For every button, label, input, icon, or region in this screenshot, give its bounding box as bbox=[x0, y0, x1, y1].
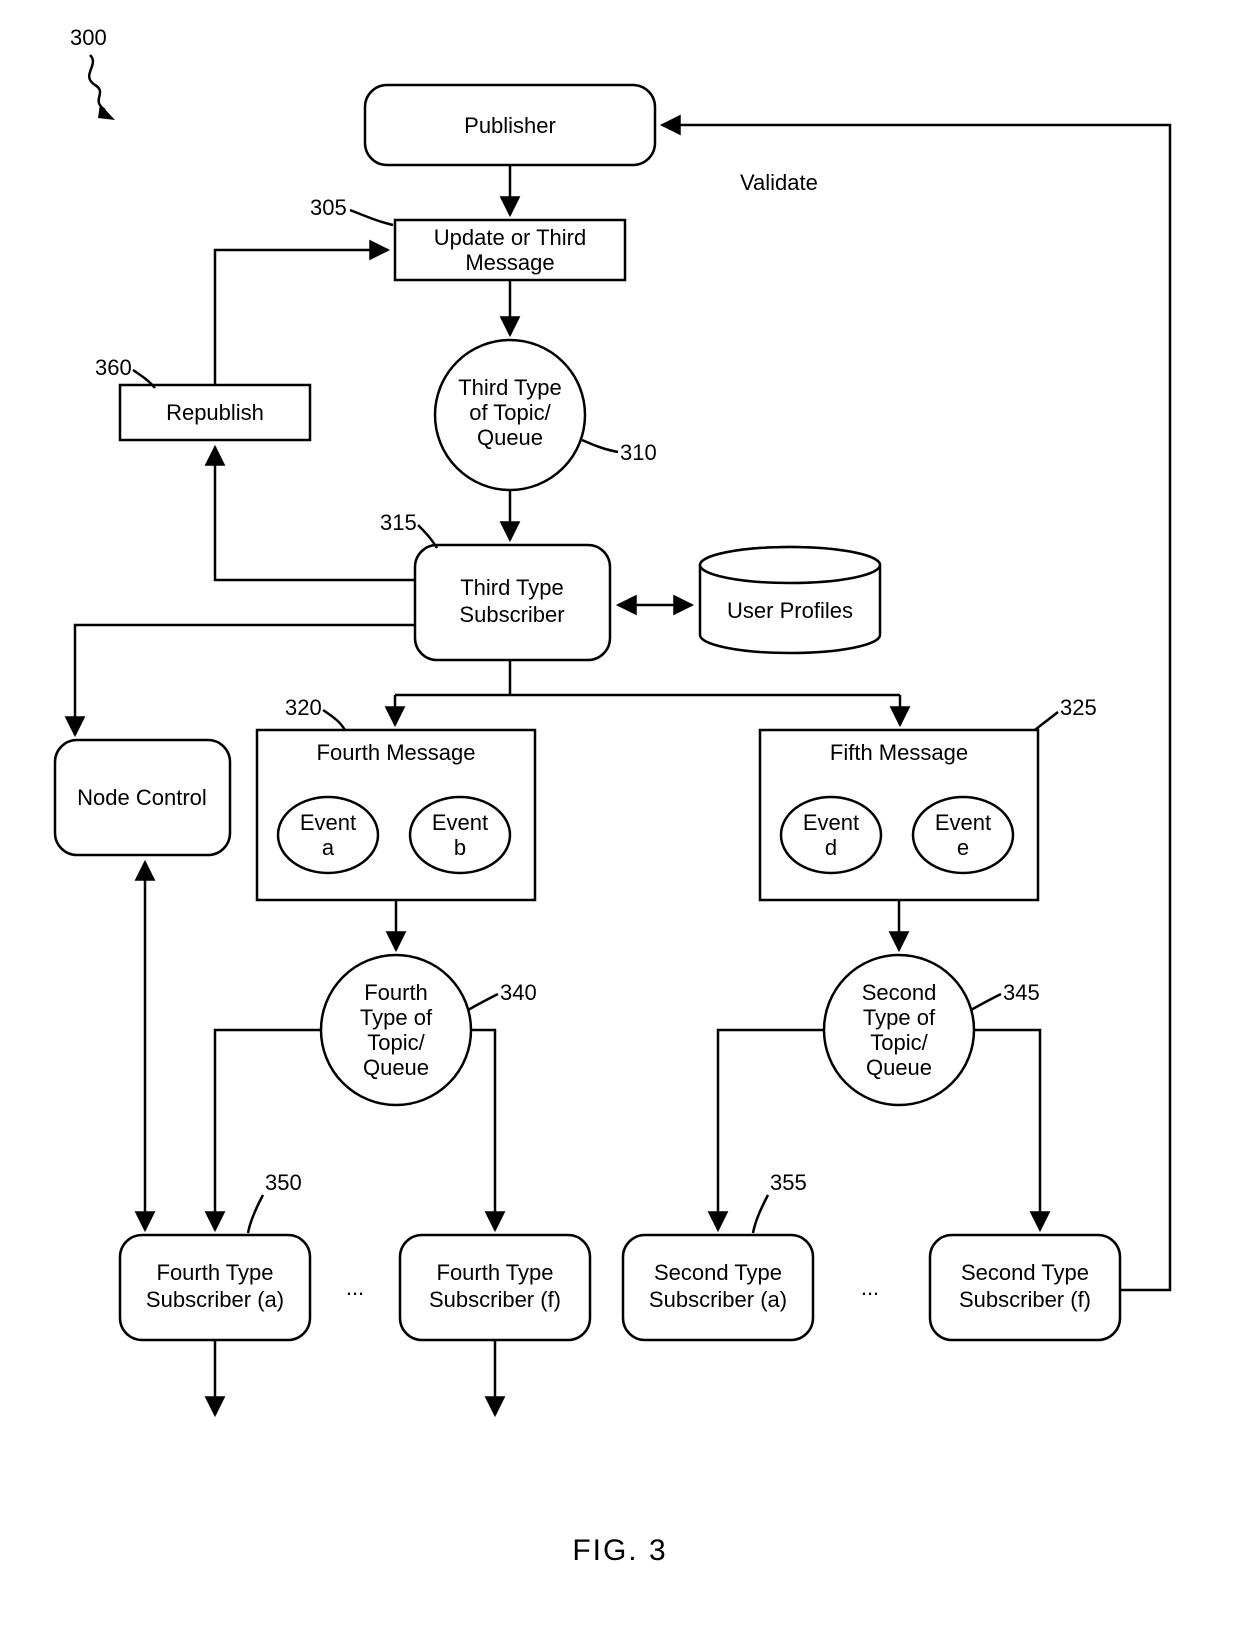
republish-label: Republish bbox=[166, 400, 264, 425]
validate-label: Validate bbox=[740, 170, 818, 195]
event-a-l1: Event bbox=[300, 810, 356, 835]
fig-ref-number: 300 bbox=[70, 25, 107, 50]
ref345: 345 bbox=[1003, 980, 1040, 1005]
event-d-l2: d bbox=[825, 835, 837, 860]
fifth-msg-title: Fifth Message bbox=[830, 740, 968, 765]
fourth-sub-a-l1: Fourth Type bbox=[157, 1260, 274, 1285]
figure-caption: FIG. 3 bbox=[572, 1534, 667, 1567]
second-topic-l2: Type of bbox=[863, 1005, 936, 1030]
node-control-label: Node Control bbox=[77, 785, 207, 810]
publisher-label: Publisher bbox=[464, 113, 556, 138]
third-topic-l1: Third Type bbox=[458, 375, 562, 400]
ellipsis-2: ... bbox=[861, 1275, 879, 1300]
second-sub-a-l2: Subscriber (a) bbox=[649, 1287, 787, 1312]
fourth-topic-l4: Queue bbox=[363, 1055, 429, 1080]
event-e-l2: e bbox=[957, 835, 969, 860]
ref305: 305 bbox=[310, 195, 347, 220]
ref360: 360 bbox=[95, 355, 132, 380]
update-msg-l1: Update or Third bbox=[434, 225, 586, 250]
second-sub-f-l2: Subscriber (f) bbox=[959, 1287, 1091, 1312]
third-sub-l2: Subscriber bbox=[459, 602, 564, 627]
second-sub-a-l1: Second Type bbox=[654, 1260, 782, 1285]
fourth-sub-f-l2: Subscriber (f) bbox=[429, 1287, 561, 1312]
ref350: 350 bbox=[265, 1170, 302, 1195]
third-sub-l1: Third Type bbox=[460, 575, 564, 600]
ref310: 310 bbox=[620, 440, 657, 465]
fourth-topic-l2: Type of bbox=[360, 1005, 433, 1030]
third-topic-l3: Queue bbox=[477, 425, 543, 450]
fourth-msg-title: Fourth Message bbox=[317, 740, 476, 765]
third-topic-l2: of Topic/ bbox=[469, 400, 551, 425]
user-profiles-label: User Profiles bbox=[727, 598, 853, 623]
second-sub-f-l1: Second Type bbox=[961, 1260, 1089, 1285]
fourth-sub-f-l1: Fourth Type bbox=[437, 1260, 554, 1285]
second-topic-l3: Topic/ bbox=[870, 1030, 928, 1055]
diagram-canvas: 300 Publisher Update or Third Message 30… bbox=[0, 0, 1240, 1637]
ref325: 325 bbox=[1060, 695, 1097, 720]
ref355: 355 bbox=[770, 1170, 807, 1195]
ref320: 320 bbox=[285, 695, 322, 720]
event-d-l1: Event bbox=[803, 810, 859, 835]
fourth-sub-a-l2: Subscriber (a) bbox=[146, 1287, 284, 1312]
ref315: 315 bbox=[380, 510, 417, 535]
ellipsis-1: ... bbox=[346, 1275, 364, 1300]
event-e-l1: Event bbox=[935, 810, 991, 835]
event-a-l2: a bbox=[322, 835, 335, 860]
fourth-topic-l1: Fourth bbox=[364, 980, 428, 1005]
ref340: 340 bbox=[500, 980, 537, 1005]
event-b-l1: Event bbox=[432, 810, 488, 835]
second-topic-l4: Queue bbox=[866, 1055, 932, 1080]
fourth-topic-l3: Topic/ bbox=[367, 1030, 425, 1055]
update-msg-l2: Message bbox=[465, 250, 554, 275]
event-b-l2: b bbox=[454, 835, 466, 860]
second-topic-l1: Second bbox=[862, 980, 937, 1005]
